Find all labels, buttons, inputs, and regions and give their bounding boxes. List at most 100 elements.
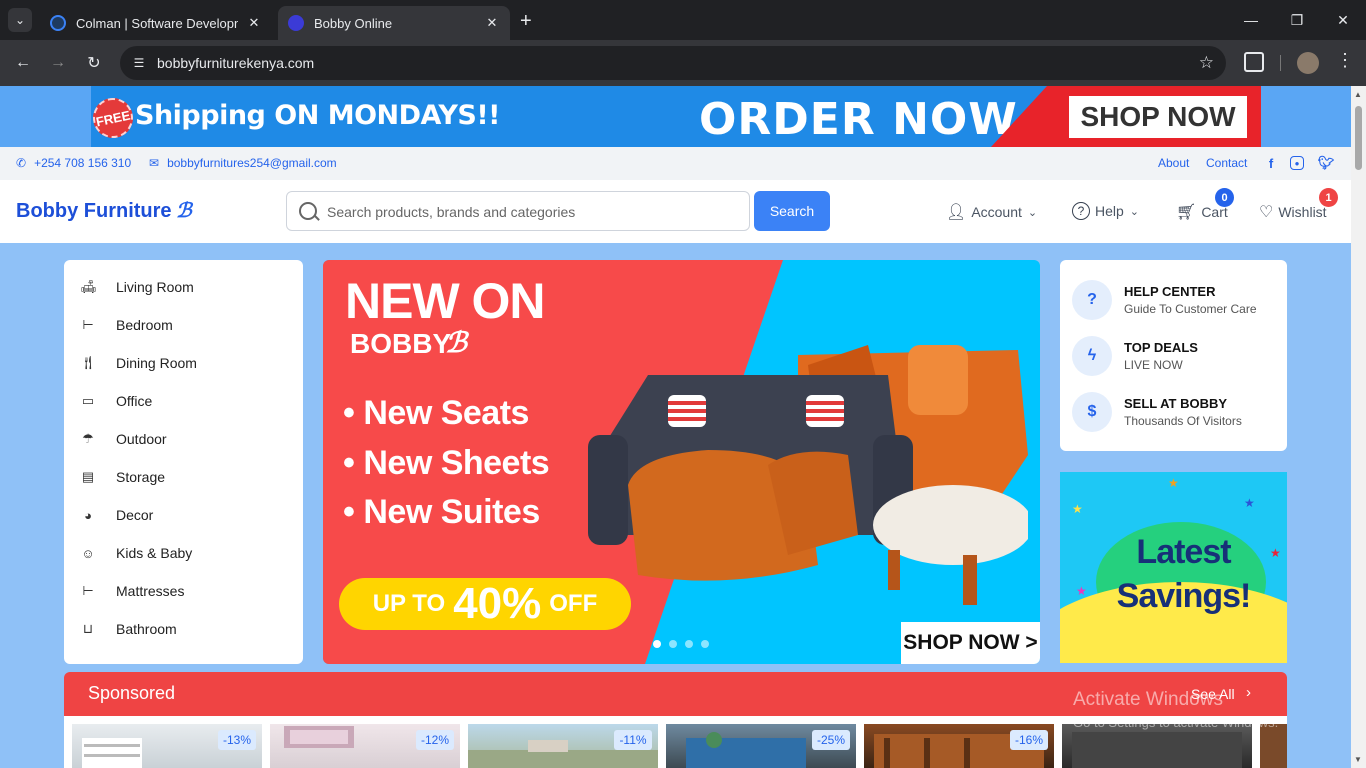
cart-icon: 🛒︎ — [1176, 204, 1197, 221]
product-card[interactable] — [1260, 724, 1287, 768]
hero-bullet: • New Seats — [343, 394, 529, 432]
carousel-dot[interactable] — [669, 640, 677, 648]
category-label: Outdoor — [116, 431, 167, 447]
product-card[interactable]: -13% — [72, 724, 262, 768]
scrollbar-thumb[interactable] — [1355, 106, 1362, 170]
help-menu[interactable]: ? Help ⌄ — [1072, 202, 1139, 220]
category-label: Bedroom — [116, 317, 173, 333]
carousel-dots — [653, 640, 709, 648]
os-activation-hint: Go to Settings to activate Windows. — [1073, 715, 1279, 730]
contact-link[interactable]: Contact — [1206, 156, 1247, 170]
chevron-down-icon: ⌄ — [1129, 205, 1140, 218]
carousel-dot[interactable] — [701, 640, 709, 648]
archive-icon: ▤ — [81, 469, 95, 484]
carousel-dot[interactable] — [685, 640, 693, 648]
account-label: Account — [971, 204, 1022, 220]
reload-icon[interactable]: ↻ — [83, 52, 105, 74]
wishlist-count-badge: 1 — [1319, 188, 1338, 207]
browser-tab-bar: ⌄ Colman | Software Development ✕ Bobby … — [0, 0, 1366, 40]
sell-at-bobby-link[interactable]: $ SELL AT BOBBY Thousands Of Visitors — [1072, 392, 1242, 432]
category-dining-room[interactable]: 🍴︎ Dining Room — [64, 344, 303, 382]
tab-search-button[interactable]: ⌄ — [8, 8, 32, 32]
product-card[interactable] — [1062, 724, 1252, 768]
mail-icon: ✉ — [149, 156, 160, 170]
address-bar[interactable]: ☰ bobbyfurniturekenya.com ☆ — [120, 46, 1226, 80]
product-card[interactable]: -11% — [468, 724, 658, 768]
browser-tab-bobby[interactable]: Bobby Online ✕ — [278, 6, 510, 40]
hero-headline: NEW ON — [345, 273, 546, 329]
latest-savings-banner[interactable]: ★ ★ ★ ★ ★ Latest Savings! — [1060, 472, 1287, 663]
email-contact[interactable]: ✉ bobbyfurnitures254@gmail.com — [149, 156, 337, 170]
chevron-right-icon[interactable]: › — [1246, 684, 1251, 701]
profile-avatar[interactable] — [1297, 52, 1319, 74]
category-outdoor[interactable]: ☂︎ Outdoor — [64, 420, 303, 458]
service-title: TOP DEALS — [1124, 340, 1198, 355]
back-arrow-icon[interactable]: ← — [12, 52, 34, 74]
wishlist-label: Wishlist — [1278, 204, 1327, 220]
category-kids-baby[interactable]: ☺︎ Kids & Baby — [64, 534, 303, 572]
phone-contact[interactable]: ✆ +254 708 156 310 — [16, 156, 131, 170]
order-now-text: ORDER NOW — [699, 94, 1018, 145]
brand-mark-icon: ℬ — [176, 200, 192, 222]
help-center-link[interactable]: ? HELP CENTER Guide To Customer Care — [1072, 280, 1257, 320]
scroll-up-icon[interactable]: ▲ — [1354, 90, 1362, 99]
url-text[interactable]: bobbyfurniturekenya.com — [157, 55, 314, 71]
discount-pill: UP TO 40% OFF — [339, 578, 631, 630]
account-menu[interactable]: 👤︎ Account ⌄ — [946, 202, 1037, 222]
baby-icon: ☺︎ — [81, 545, 95, 561]
pill-off: OFF — [549, 590, 598, 617]
bookmark-star-icon[interactable]: ☆ — [1199, 53, 1214, 73]
extensions-icon[interactable] — [1244, 52, 1264, 72]
instagram-icon[interactable]: ● — [1290, 156, 1304, 170]
promo-shop-now-button[interactable]: SHOP NOW — [1069, 96, 1247, 138]
close-tab-icon[interactable]: ✕ — [246, 15, 262, 31]
category-storage[interactable]: ▤ Storage — [64, 458, 303, 496]
brand-logo[interactable]: Bobby Furniture — [16, 200, 172, 223]
hero-bullet: • New Sheets — [343, 444, 550, 482]
facebook-icon[interactable]: f — [1263, 155, 1279, 171]
category-living-room[interactable]: 🛋︎ Living Room — [64, 268, 303, 306]
mattress-icon: ⊢ — [82, 583, 94, 598]
about-link[interactable]: About — [1158, 156, 1189, 170]
product-card[interactable]: -16% — [864, 724, 1054, 768]
scroll-down-icon[interactable]: ▼ — [1354, 755, 1362, 764]
contact-bar: ✆ +254 708 156 310 ✉ bobbyfurnitures254@… — [0, 147, 1351, 180]
product-card[interactable]: -25% — [666, 724, 856, 768]
restore-icon[interactable]: ❐ — [1274, 0, 1320, 40]
category-mattresses[interactable]: ⊢ Mattresses — [64, 572, 303, 610]
browser-menu-icon[interactable]: ⋮ — [1336, 50, 1354, 71]
discount-badge: -11% — [614, 730, 652, 750]
palette-icon: ◕ — [84, 507, 92, 523]
category-decor[interactable]: ◕ Decor — [64, 496, 303, 534]
service-subtitle: Thousands Of Visitors — [1124, 414, 1242, 428]
sponsored-title: Sponsored — [88, 683, 176, 703]
wishlist-link[interactable]: ♡ Wishlist — [1259, 202, 1327, 222]
forward-arrow-icon[interactable]: → — [47, 52, 69, 74]
top-deals-link[interactable]: ϟ TOP DEALS LIVE NOW — [1072, 336, 1198, 376]
hero-shop-now-button[interactable]: SHOP NOW > — [901, 622, 1040, 664]
browser-tab-colman[interactable]: Colman | Software Development ✕ — [40, 6, 272, 40]
site-info-icon[interactable]: ☰ — [130, 54, 148, 72]
page-scrollbar[interactable]: ▲ ▼ — [1351, 86, 1366, 768]
search-button[interactable]: Search — [754, 191, 830, 231]
close-window-icon[interactable]: ✕ — [1320, 0, 1366, 40]
phone-icon: ✆ — [16, 156, 27, 170]
email-address: bobbyfurnitures254@gmail.com — [167, 156, 337, 170]
hero-carousel[interactable]: NEW ON BOBBY ℬ • New Seats • New Sheets … — [323, 260, 1040, 664]
close-tab-icon[interactable]: ✕ — [484, 15, 500, 31]
minimize-icon[interactable]: — — [1228, 0, 1274, 40]
new-tab-icon[interactable]: + — [520, 10, 532, 33]
savings-line: Latest — [1136, 533, 1231, 571]
service-panel: ? HELP CENTER Guide To Customer Care ϟ TO… — [1060, 260, 1287, 451]
star-icon: ★ — [1244, 496, 1255, 510]
search-input[interactable] — [327, 202, 737, 222]
promo-banner[interactable]: FREE Shipping ON MONDAYS!! ORDER NOW SHO… — [91, 86, 1261, 147]
carousel-dot[interactable] — [653, 640, 661, 648]
twitter-icon[interactable]: 🐦︎ — [1318, 155, 1335, 171]
category-label: Dining Room — [116, 355, 197, 371]
category-bathroom[interactable]: ⊔ Bathroom — [64, 610, 303, 648]
category-bedroom[interactable]: ⊢ Bedroom — [64, 306, 303, 344]
product-image — [1072, 732, 1242, 768]
category-office[interactable]: ▭ Office — [64, 382, 303, 420]
product-card[interactable]: -12% — [270, 724, 460, 768]
